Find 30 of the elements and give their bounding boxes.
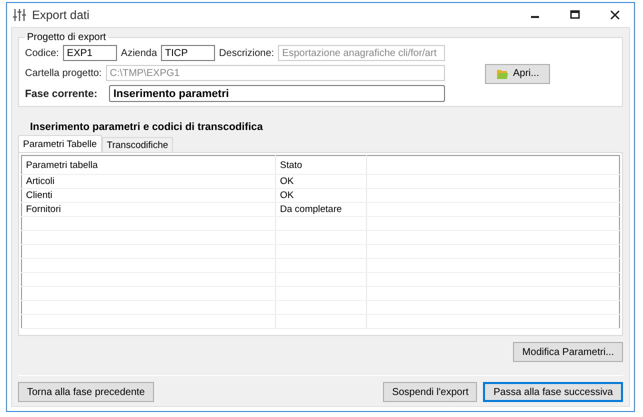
code-field[interactable]: EXP1 bbox=[62, 45, 117, 61]
footer-button[interactable]: Passa alla fase successiva bbox=[483, 382, 623, 402]
field-label: Cartella progetto: bbox=[25, 68, 102, 78]
sliders-icon bbox=[13, 9, 26, 21]
phase-field[interactable]: Inserimento parametri bbox=[109, 85, 445, 102]
table-cell: Da completare bbox=[276, 202, 366, 216]
tab[interactable]: Parametri Tabelle bbox=[18, 135, 102, 152]
section-title: Inserimento parametri e codici di transcodifica bbox=[29, 120, 264, 135]
close-icon[interactable] bbox=[610, 10, 620, 20]
company-field[interactable]: TICP bbox=[161, 45, 216, 61]
open-button[interactable]: Apri... bbox=[485, 64, 550, 84]
table-cell: Articoli bbox=[22, 174, 276, 188]
tab[interactable]: Transcodifiche bbox=[102, 137, 174, 152]
field-label: Codice: bbox=[25, 48, 59, 58]
column-header: Stato bbox=[276, 156, 366, 174]
footer-button[interactable]: Torna alla fase precedente bbox=[18, 382, 154, 402]
field-label: Fase corrente: bbox=[25, 88, 98, 100]
window-title: Export dati bbox=[32, 8, 90, 22]
table-cell: Fornitori bbox=[22, 202, 276, 216]
column-header: Parametri tabella bbox=[22, 156, 276, 174]
modify-parameters-button[interactable]: Modifica Parametri... bbox=[513, 342, 623, 362]
maximize-icon[interactable] bbox=[570, 10, 580, 20]
table-cell: OK bbox=[276, 174, 366, 188]
footer-button[interactable]: Sospendi l'export bbox=[383, 382, 478, 402]
group-legend: Progetto di export bbox=[25, 32, 108, 43]
table-cell: OK bbox=[276, 188, 366, 202]
field-label: Descrizione: bbox=[219, 48, 274, 58]
table-cell: Clienti bbox=[22, 188, 276, 202]
field-label: Azienda bbox=[120, 48, 158, 58]
folder-icon bbox=[496, 68, 509, 80]
